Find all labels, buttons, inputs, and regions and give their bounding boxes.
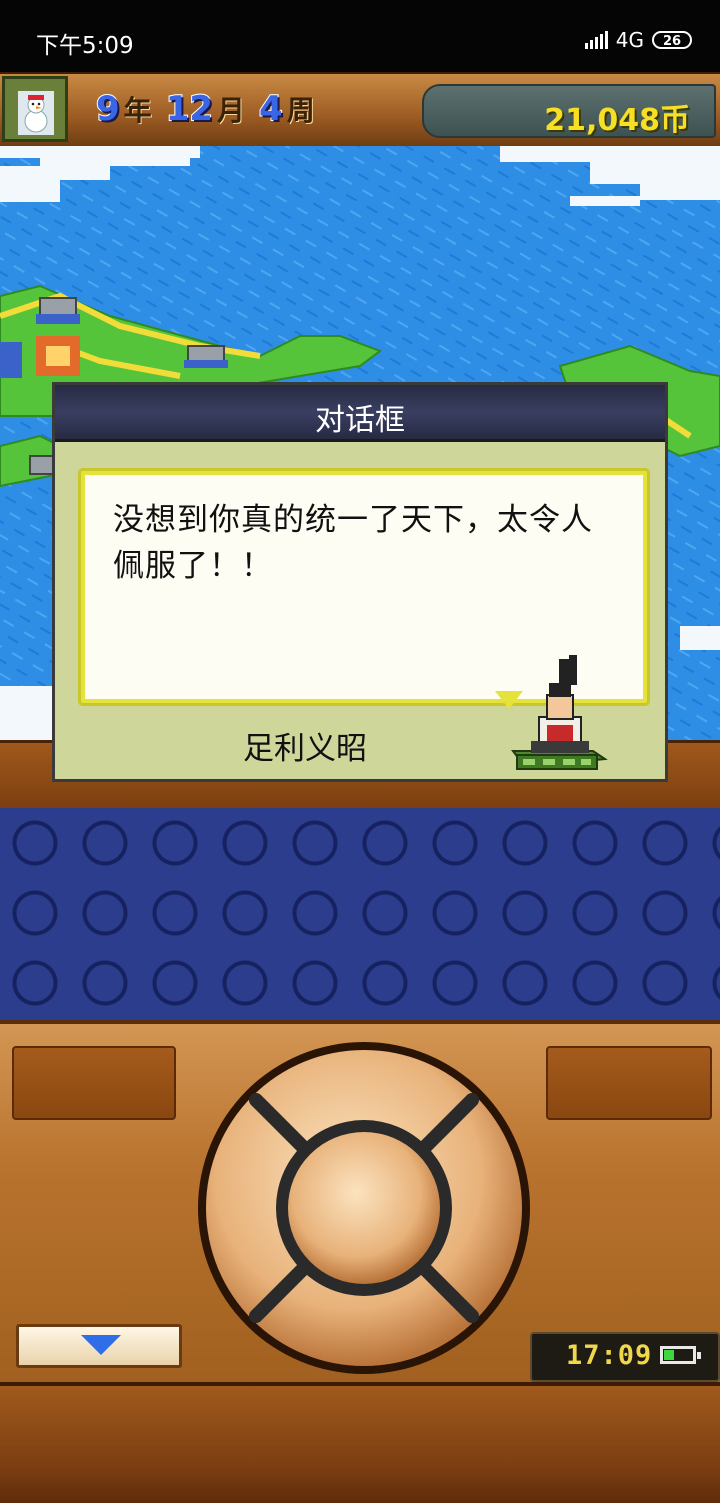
money-panel: 21,048币 [422, 84, 716, 138]
left-soft-button[interactable] [12, 1046, 176, 1120]
week-unit: 周 [286, 94, 315, 127]
status-time: 下午5:09 [36, 33, 134, 59]
year-number: 9 [95, 88, 121, 130]
status-bar: 下午5:09 4G 26 [0, 0, 720, 78]
avatar[interactable] [2, 76, 68, 142]
date-display: 9 年 12 月 4 周 [95, 86, 325, 132]
dialog-box[interactable]: 对话框 没想到你真的统一了天下，太令人佩服了！！ 足利义昭 [52, 382, 668, 782]
month-unit: 月 [217, 94, 246, 127]
month-number: 12 [165, 88, 214, 130]
bottom-wood-panel [0, 1382, 720, 1503]
battery-indicator: 26 [652, 31, 692, 49]
network-type: 4G [615, 28, 644, 52]
game-header: 9 年 12 月 4 周 21,048币 [0, 72, 720, 151]
signal-icon [584, 31, 608, 49]
samurai-portrait-icon [511, 655, 608, 770]
scroll-down-button[interactable] [16, 1324, 182, 1368]
clock-panel: 17:09 [530, 1332, 720, 1382]
control-panel: 17:09 [0, 1020, 720, 1386]
status-indicators: 4G 26 [584, 27, 692, 53]
speaker-name: 足利义昭 [243, 731, 367, 767]
right-soft-button[interactable] [546, 1046, 712, 1120]
week-number: 4 [258, 88, 284, 130]
year-unit: 年 [123, 94, 152, 127]
dialog-message: 没想到你真的统一了天下，太令人佩服了！！ [113, 502, 593, 584]
pattern-background [0, 808, 720, 1020]
down-arrow-icon [81, 1335, 121, 1355]
dialog-title-bar: 对话框 [55, 385, 665, 442]
battery-icon [660, 1346, 701, 1364]
snowman-icon [18, 91, 54, 135]
money-amount: 21,048币 [544, 103, 690, 138]
dpad-icon[interactable] [194, 1038, 534, 1378]
dialog-title: 对话框 [315, 403, 405, 438]
clock-time: 17:09 [566, 1340, 653, 1371]
